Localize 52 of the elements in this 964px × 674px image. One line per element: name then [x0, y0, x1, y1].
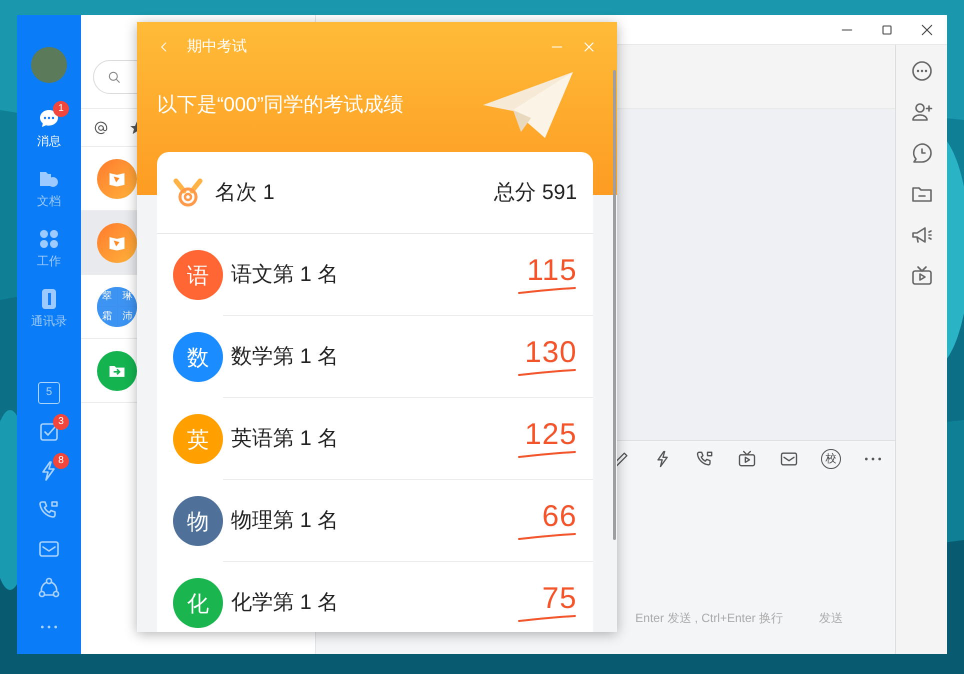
medal-icon — [173, 178, 203, 208]
underline-stroke — [517, 450, 577, 458]
tv-play-icon[interactable] — [737, 449, 757, 469]
subject-rank: 数学第 1 名 — [231, 344, 338, 370]
nav-item[interactable]: 通讯录 — [21, 279, 77, 339]
avatar-character: 沛 — [118, 307, 137, 326]
nav-item[interactable]: 1 消息 — [21, 99, 77, 159]
unread-badge: 8 — [53, 452, 69, 468]
underline-stroke — [517, 286, 577, 294]
calendar-button[interactable]: 5 — [38, 382, 60, 404]
subject-score: 75 — [542, 583, 577, 615]
underline-stroke — [517, 615, 577, 623]
rank-label: 名次 1 — [215, 180, 275, 206]
mention-icon[interactable] — [93, 120, 109, 136]
subject-score: 130 — [524, 336, 577, 368]
avatar-character: 琳 — [118, 286, 137, 306]
subject-badge: 化 — [173, 578, 223, 628]
apps-icon — [37, 227, 61, 251]
subject-rank: 化学第 1 名 — [231, 590, 338, 616]
scrollbar[interactable] — [613, 70, 616, 540]
subject-score: 125 — [524, 418, 577, 450]
book-avatar — [97, 158, 137, 198]
share-nodes-icon — [37, 576, 61, 600]
subject-score: 66 — [542, 500, 577, 532]
more-icon — [39, 622, 59, 630]
subject-badge: 数 — [173, 332, 223, 382]
subject-badge: 物 — [173, 496, 223, 546]
subject-badge: 英 — [173, 414, 223, 464]
tv-play-icon[interactable] — [910, 264, 934, 288]
send-hint: Enter 发送 , Ctrl+Enter 换行 — [635, 610, 783, 626]
underline-stroke — [517, 532, 577, 540]
nav-item[interactable]: 文档 — [21, 159, 77, 219]
send-button[interactable]: 发送 — [807, 606, 855, 630]
unread-badge: 1 — [53, 101, 69, 117]
total-score: 总分 591 — [494, 180, 577, 206]
underline-stroke — [517, 368, 577, 376]
subject-score: 115 — [526, 254, 577, 286]
more-options-icon[interactable] — [910, 59, 934, 83]
subject-rank: 物理第 1 名 — [231, 508, 338, 534]
more-icon[interactable] — [863, 455, 883, 463]
headline: 以下是“000”同学的考试成绩 — [157, 93, 404, 118]
add-person-icon[interactable] — [910, 100, 934, 124]
user-avatar — [31, 47, 67, 83]
subject-rank: 语文第 1 名 — [231, 262, 338, 288]
avatar-character: 霜 — [97, 307, 116, 326]
dialog-title: 期中考试 — [187, 36, 247, 57]
school-button[interactable]: 校 — [821, 449, 841, 469]
unread-badge: 3 — [53, 414, 69, 430]
subject-badge: 语 — [173, 250, 223, 300]
nav-item[interactable]: 工作 — [21, 219, 77, 279]
subject-rank: 英语第 1 名 — [231, 426, 338, 452]
avatar-character: 翠 — [97, 286, 116, 306]
